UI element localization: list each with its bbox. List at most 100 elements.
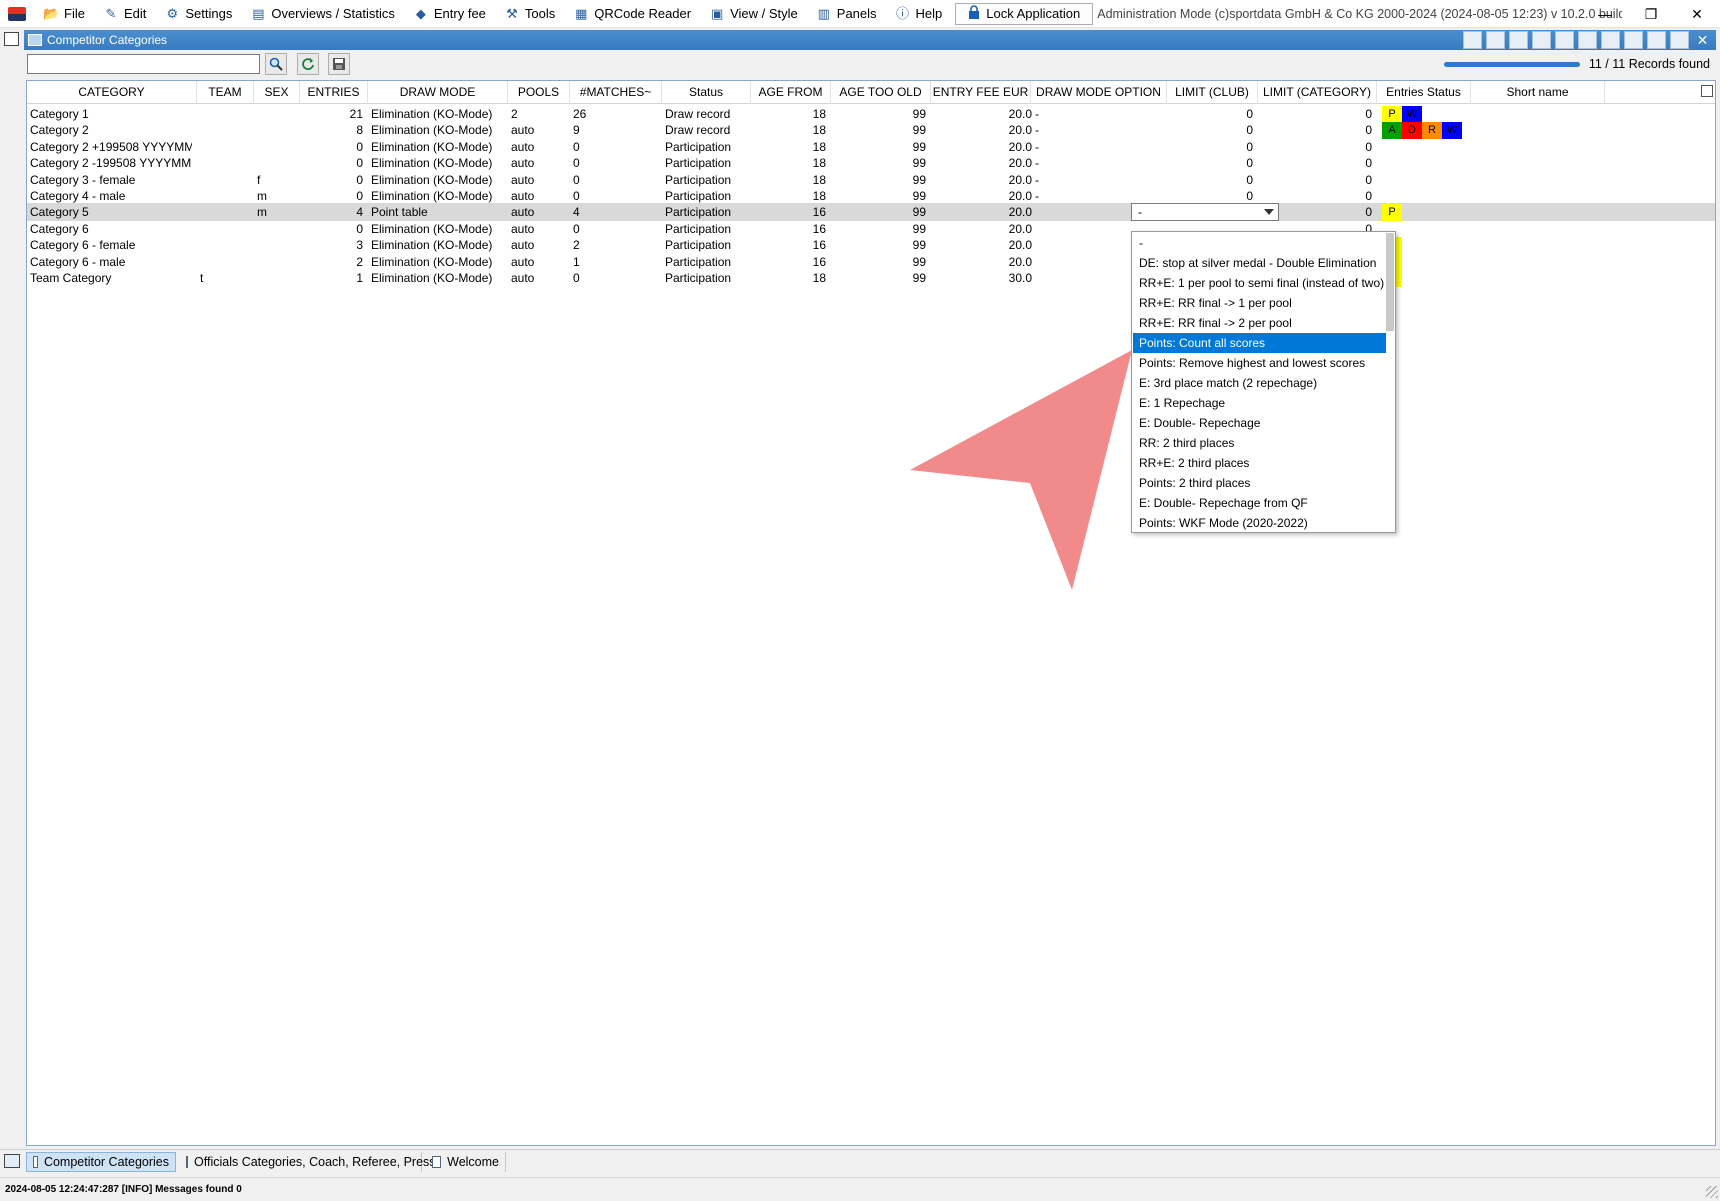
cell-sex: f [257,172,261,187]
column-header-limit-club[interactable]: LIMIT (CLUB) [1167,81,1258,104]
menu-overviews-statistics[interactable]: ▤ Overviews / Statistics [241,1,404,27]
columns-icon[interactable] [1578,31,1597,49]
dropdown-option[interactable]: RR+E: RR final -> 1 per pool [1133,293,1386,313]
cell-entry-fee: 20.0 [1008,221,1032,236]
select-value: - [1138,205,1142,220]
cell-age-too-old: 99 [912,254,926,269]
menu-entry-fee[interactable]: ◆ Entry fee [404,1,495,27]
dropdown-option[interactable]: Points: Remove highest and lowest scores [1133,353,1386,373]
dropdown-option[interactable]: RR+E: RR final -> 2 per pool [1133,313,1386,333]
layout-icon[interactable] [1509,31,1528,49]
column-chooser-icon[interactable] [1701,85,1713,97]
panel-list-icon[interactable] [4,32,19,46]
column-header-entries-status[interactable]: Entries Status [1377,81,1471,104]
tab-officials-categories-coach-referee-press[interactable]: Officials Categories, Coach, Referee, Pr… [180,1152,436,1172]
menu-file[interactable]: 📂 File [34,1,94,27]
paste-icon[interactable] [1486,31,1505,49]
menu-edit[interactable]: ✎ Edit [94,1,155,27]
draw-mode-option-select[interactable]: - [1131,203,1279,222]
table-row[interactable]: Category 3 - female f 0 Elimination (KO-Mod… [27,171,1715,189]
menu-panels[interactable]: ▥ Panels [807,1,886,27]
dropdown-option[interactable]: - [1133,233,1386,253]
save-button[interactable] [328,53,350,75]
competitor-categories-grid[interactable]: Short name Entries Status LIMIT (CATEGORY)… [26,80,1716,1146]
column-header-short-name[interactable]: Short name [1471,81,1605,104]
lock-application-label: Lock Application [986,6,1081,21]
list-icon[interactable] [1532,31,1551,49]
tab-list-icon[interactable] [4,1154,20,1168]
cell-team [200,121,249,139]
refresh-button[interactable] [297,53,319,75]
column-header-pools[interactable]: POOLS [508,81,570,104]
dropdown-scrollbar-thumb[interactable] [1386,233,1394,331]
menu-settings[interactable]: ⚙ Settings [155,1,241,27]
menu-view-style[interactable]: ▣ View / Style [700,1,807,27]
panel-close-icon[interactable]: ✕ [1693,31,1712,49]
table-row[interactable]: Category 6 0 Elimination (KO-Mode) auto 0 Par… [27,220,1715,238]
app-logo-icon[interactable] [8,6,26,21]
dropdown-option[interactable]: Points: Count all scores [1133,333,1386,353]
chevron-down-icon[interactable] [1264,209,1274,216]
search-input[interactable] [27,54,260,74]
dropdown-option[interactable]: Points: 2 third places [1133,473,1386,493]
lock-icon [968,5,980,22]
table-row[interactable]: Category 2 -199508 YYYYMM 0 Elimination (K… [27,154,1715,172]
table-row[interactable]: Category 5 m 4 Point table auto 4 Participatio… [27,203,1715,222]
cell-age-from: 16 [812,221,826,236]
dropdown-option[interactable]: Points: WKF Mode (2020-2022) [1133,513,1386,533]
column-header-entry-fee-eur[interactable]: ENTRY FEE EUR [931,81,1031,104]
tab-competitor-categories[interactable]: Competitor Categories [26,1152,176,1172]
restore-icon[interactable]: ❐ [1628,0,1674,28]
gear-icon: ⚙ [166,5,179,21]
column-header-age-from[interactable]: AGE FROM [751,81,831,104]
dropdown-option[interactable]: E: 3rd place match (2 repechage) [1133,373,1386,393]
dropdown-option[interactable]: E: 1 Repechage [1133,393,1386,413]
cell-entry-fee: 20.0 [1008,139,1032,154]
dropdown-option[interactable]: DE: stop at silver medal - Double Elimin… [1133,253,1386,273]
grid-view-icon[interactable] [1647,31,1666,49]
cell-draw-mode: Elimination (KO-Mode) [371,238,493,253]
column-header-limit-category[interactable]: LIMIT (CATEGORY) [1258,81,1377,104]
close-icon[interactable]: ✕ [1674,0,1720,28]
table-row[interactable]: Category 4 - male m 0 Elimination (KO-Mode)… [27,187,1715,205]
column-header-sex[interactable]: SEX [254,81,300,104]
filter-icon[interactable] [1601,31,1620,49]
open-folder-icon[interactable] [1463,31,1482,49]
lock-application-button[interactable]: Lock Application [955,2,1094,25]
draw-mode-option-dropdown[interactable]: - DE: stop at silver medal - Double Elimi… [1131,231,1396,533]
cell-draw-mode: Elimination (KO-Mode) [371,271,493,285]
table-row[interactable]: Category 6 - male 2 Elimination (KO-Mode) a… [27,253,1715,271]
detach-window-icon[interactable] [1670,31,1689,49]
column-header-draw-mode[interactable]: DRAW MODE [368,81,508,104]
menu-label: Entry fee [433,6,486,21]
minimize-icon[interactable]: — [1582,0,1628,28]
menu-label: Edit [123,6,147,21]
report-icon[interactable] [1624,31,1643,49]
column-header-team[interactable]: TEAM [197,81,254,104]
table-row[interactable]: Category 2 +199508 YYYYMM 0 Elimination (K… [27,138,1715,156]
resize-grip-icon[interactable] [1706,1186,1718,1198]
column-header-matches[interactable]: #MATCHES~ [570,81,662,104]
search-button[interactable] [265,53,287,75]
column-header-status[interactable]: Status [662,81,751,104]
table-row[interactable]: Category 6 - female 3 Elimination (KO-Mode… [27,236,1715,255]
table-row[interactable]: Team Category t 1 Elimination (KO-Mode) auto… [27,269,1715,287]
tab-welcome[interactable]: Welcome [426,1152,506,1172]
column-header-age-too-old[interactable]: AGE TOO OLD [831,81,931,104]
column-header-entries[interactable]: ENTRIES [300,81,368,104]
column-header-category[interactable]: CATEGORY [27,81,197,104]
menu-qrcode-reader[interactable]: ▦ QRCode Reader [564,1,700,27]
dropdown-option[interactable]: RR+E: 1 per pool to semi final (instead … [1133,273,1386,293]
cell-status: Draw record [665,123,731,138]
dropdown-option[interactable]: E: Double- Repechage from QF [1133,493,1386,513]
menu-help[interactable]: ⓘ Help [886,1,952,27]
dropdown-option[interactable]: E: Double- Repechage [1133,413,1386,433]
export-icon[interactable] [1555,31,1574,49]
menu-tools[interactable]: ⚒ Tools [495,1,564,27]
refresh-icon [302,58,314,70]
column-header-draw-mode-option[interactable]: DRAW MODE OPTION [1031,81,1167,104]
dropdown-option[interactable]: RR: 2 third places [1133,433,1386,453]
dropdown-option[interactable]: RR+E: 2 third places [1133,453,1386,473]
table-row[interactable]: Category 2 8 Elimination (KO-Mode) auto 9 Dra… [27,121,1715,140]
table-row[interactable]: Category 1 21 Elimination (KO-Mode) 2 26 Draw… [27,105,1715,123]
